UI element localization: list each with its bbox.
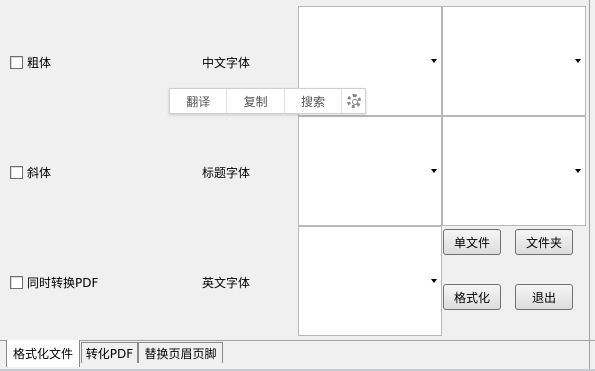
selection-popup: 翻译 复制 搜索 <box>169 88 366 114</box>
chinese-font-label: 中文字体 <box>202 56 251 70</box>
bold-option[interactable]: 粗体 <box>10 54 51 71</box>
tab-header-footer[interactable]: 替换页眉页脚 <box>138 342 223 363</box>
tab-format-file[interactable]: 格式化文件 <box>6 340 80 367</box>
translate-button[interactable]: 翻译 <box>170 89 228 113</box>
chevron-down-icon <box>575 59 581 63</box>
tab-strip-separator <box>0 340 595 341</box>
convert-pdf-option[interactable]: 同时转换PDF <box>10 274 98 291</box>
chevron-down-icon <box>575 169 581 173</box>
bold-checkbox[interactable] <box>10 56 23 69</box>
tab-strip-edge <box>589 340 590 371</box>
convert-pdf-checkbox[interactable] <box>10 276 23 289</box>
folder-button[interactable]: 文件夹 <box>515 229 573 255</box>
italic-label: 斜体 <box>27 166 52 180</box>
chevron-down-icon <box>431 59 437 63</box>
panel-edge <box>589 0 590 340</box>
english-font-select[interactable] <box>298 226 442 336</box>
gear-icon <box>346 94 361 108</box>
bold-label: 粗体 <box>27 56 52 70</box>
tab-to-pdf[interactable]: 转化PDF <box>81 342 138 363</box>
title-font-size-select[interactable] <box>442 116 586 226</box>
settings-button[interactable] <box>342 89 365 113</box>
title-font-label: 标题字体 <box>202 166 251 180</box>
chinese-font-size-select[interactable] <box>442 6 586 116</box>
single-file-button[interactable]: 单文件 <box>443 229 501 255</box>
convert-pdf-label: 同时转换PDF <box>27 276 99 290</box>
italic-checkbox[interactable] <box>10 166 23 179</box>
copy-button[interactable]: 复制 <box>227 89 285 113</box>
italic-option[interactable]: 斜体 <box>10 164 51 181</box>
search-button[interactable]: 搜索 <box>285 89 343 113</box>
chevron-down-icon <box>431 169 437 173</box>
format-button[interactable]: 格式化 <box>443 284 501 310</box>
title-font-select[interactable] <box>298 116 442 226</box>
chevron-down-icon <box>431 279 437 283</box>
exit-button[interactable]: 退出 <box>515 284 573 310</box>
english-font-label: 英文字体 <box>202 276 251 290</box>
